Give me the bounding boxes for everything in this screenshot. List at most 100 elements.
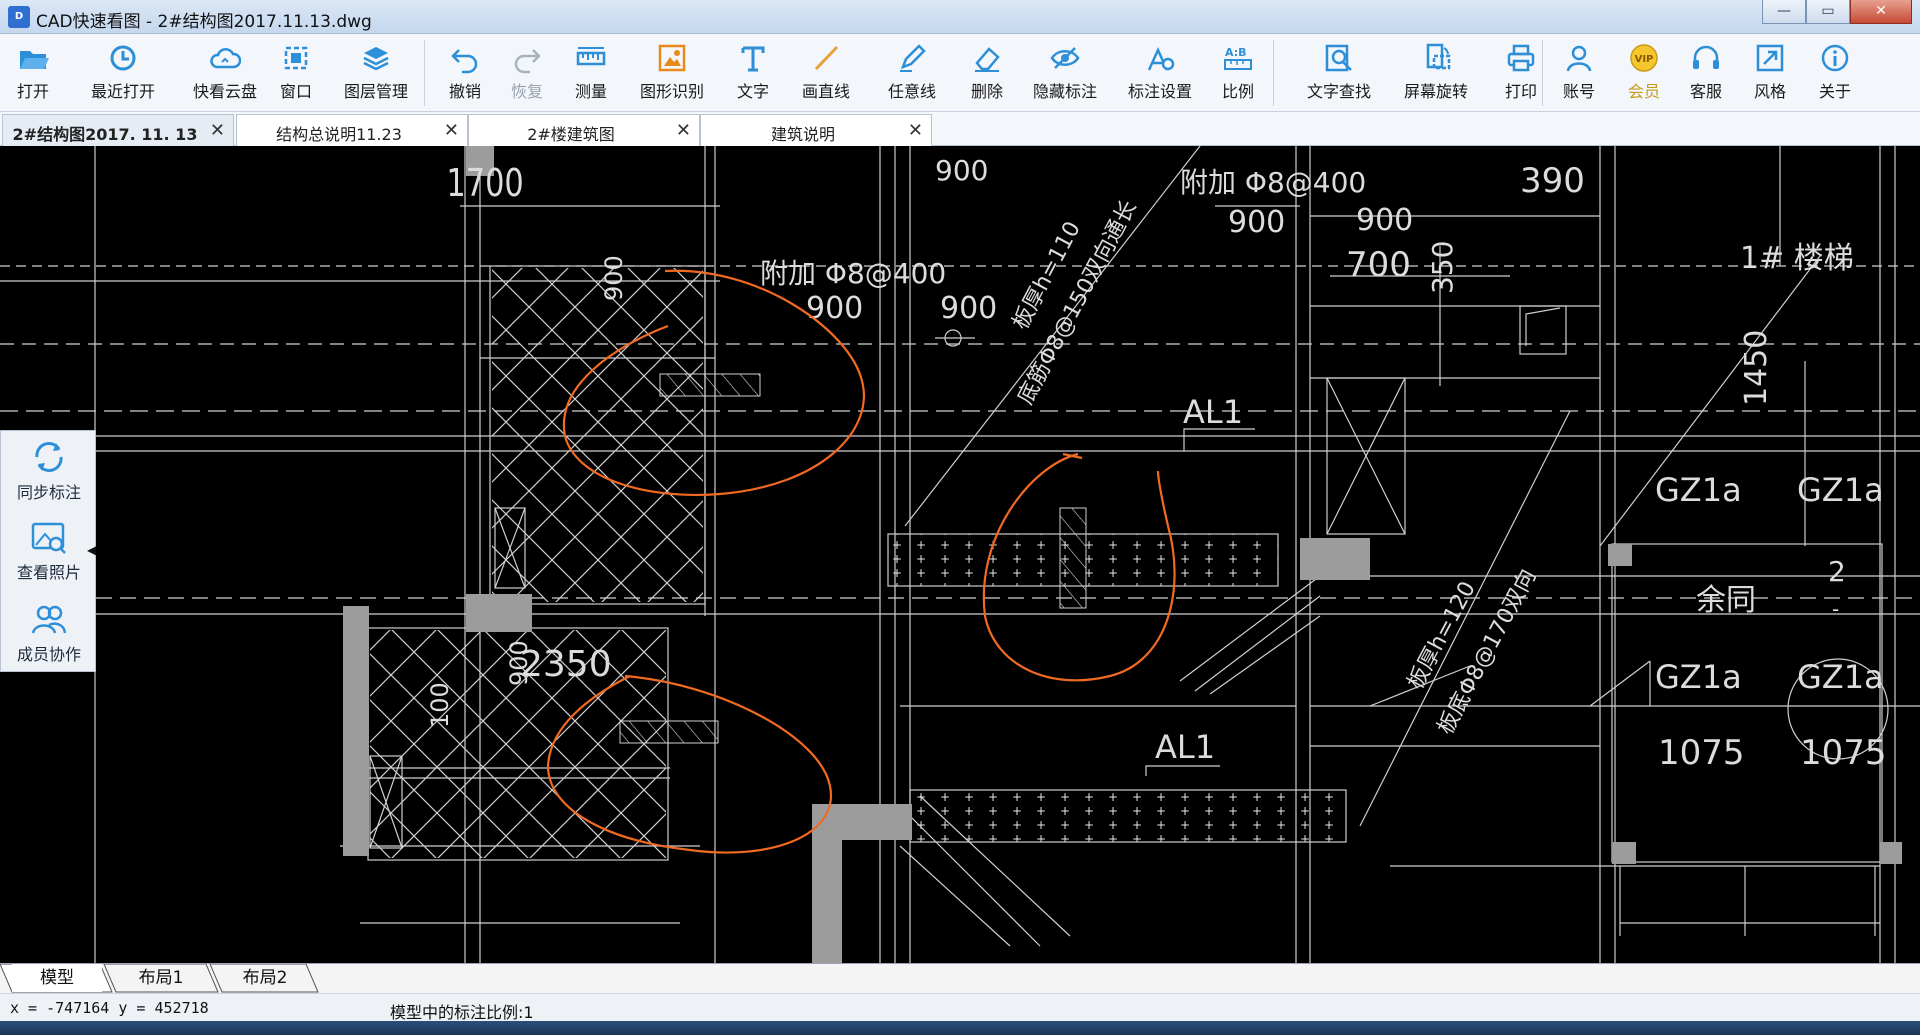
tab-close-icon[interactable]: ✕	[908, 120, 923, 141]
toolbar-button-label: 恢复	[510, 82, 543, 101]
member-collaboration-button[interactable]: 成员协作	[1, 593, 97, 671]
folder-open-icon	[20, 51, 49, 69]
toolbar-button-17[interactable]: 屏幕旋转	[1388, 42, 1484, 106]
svg-text:2: 2	[1828, 555, 1846, 588]
sync-annotation-button[interactable]: 同步标注	[1, 431, 97, 509]
svg-text:GZ1a: GZ1a	[1655, 658, 1742, 696]
svg-text:900: 900	[1356, 203, 1413, 238]
toolbar-button-label: 屏幕旋转	[1403, 82, 1468, 101]
svg-text:900: 900	[940, 291, 997, 326]
toolbar-button-13[interactable]: 隐藏标注	[1018, 42, 1112, 106]
tab-structure-drawing[interactable]: 2#结构图2017. 11. 13 ✕	[2, 114, 234, 146]
svg-text:AL1: AL1	[1155, 728, 1215, 766]
toolbar-button-8[interactable]: 图形识别	[632, 42, 712, 106]
svg-text:-: -	[1832, 597, 1839, 621]
tab-close-icon[interactable]: ✕	[210, 120, 225, 141]
toolbar-button-11[interactable]: 任意线	[870, 42, 954, 106]
toolbar-button-22[interactable]: 风格	[1744, 42, 1796, 106]
tab-architecture-drawing[interactable]: 2#楼建筑图 ✕	[468, 114, 700, 146]
svg-text:900: 900	[600, 255, 628, 301]
toolbar-button-0[interactable]: 打开	[4, 42, 62, 106]
app-logo-icon: D	[8, 6, 30, 28]
toolbar-button-label: 打开	[16, 82, 49, 101]
svg-text:900: 900	[1228, 205, 1285, 240]
window-controls: — ▭ ✕	[1762, 0, 1912, 26]
toolbar-button-19[interactable]: 账号	[1554, 42, 1604, 106]
toolbar-button-3[interactable]: 窗口	[270, 42, 322, 106]
toolbar-separator	[1273, 40, 1274, 106]
svg-text:附加 Φ8@400: 附加 Φ8@400	[1180, 166, 1366, 199]
toolbar-button-label: 客服	[1689, 82, 1722, 101]
layout-tab-model[interactable]: 模型	[12, 964, 102, 992]
tab-structure-notes[interactable]: 结构总说明11.23 ✕	[236, 114, 468, 146]
rotate-screen-icon	[1426, 43, 1451, 70]
printer-icon	[1507, 44, 1535, 72]
toolbar-button-label: 任意线	[887, 82, 936, 101]
svg-text:1075: 1075	[1800, 733, 1887, 773]
collapse-panel-icon[interactable]: ◀	[87, 543, 96, 557]
rebar-detail-1	[659, 373, 761, 397]
layout-tab-layout1[interactable]: 布局1	[116, 964, 206, 992]
svg-text:AL1: AL1	[1183, 393, 1243, 431]
maximize-button[interactable]: ▭	[1806, 0, 1850, 24]
toolbar-button-10[interactable]: 画直线	[784, 42, 868, 106]
tab-close-icon[interactable]: ✕	[444, 120, 459, 141]
toolbar-button-label: 图形识别	[639, 82, 704, 101]
side-item-label: 同步标注	[16, 483, 81, 502]
rebar-detail-3	[1059, 507, 1087, 609]
main-toolbar: 打开 最近打开 快看云盘 窗口 图层管理 撤销 恢复 测量 图形识别 文字 画直线 任意线 删除 隐藏标注…	[0, 34, 1920, 112]
title-bar: D CAD快速看图 - 2#结构图2017.11.13.dwg — ▭ ✕	[0, 0, 1920, 34]
toolbar-button-2[interactable]: 快看云盘	[180, 42, 270, 106]
layout-tab-layout2[interactable]: 布局2	[220, 964, 310, 992]
toolbar-button-label: 撤销	[448, 82, 481, 101]
toolbar-button-1[interactable]: 最近打开	[68, 42, 178, 106]
view-photos-button[interactable]: 查看照片	[1, 511, 97, 589]
side-tool-panel: 同步标注 查看照片 成员协作 ◀	[0, 430, 96, 672]
eye-hide-icon	[1050, 47, 1080, 69]
minimize-button[interactable]: —	[1762, 0, 1806, 24]
text-icon	[741, 46, 765, 72]
style-icon	[1756, 44, 1784, 72]
vip-icon: VIP	[1630, 44, 1658, 72]
toolbar-button-7[interactable]: 测量	[560, 42, 622, 106]
toolbar-separator	[424, 40, 425, 106]
text-search-icon	[1325, 44, 1352, 72]
toolbar-button-16[interactable]: 文字查找	[1284, 42, 1394, 106]
svg-text:700: 700	[1346, 245, 1411, 285]
svg-text:900: 900	[505, 640, 533, 686]
tab-close-icon[interactable]: ✕	[676, 120, 691, 141]
os-taskbar	[0, 1021, 1920, 1035]
toolbar-button-6[interactable]: 恢复	[498, 42, 556, 106]
toolbar-button-12[interactable]: 删除	[958, 42, 1016, 106]
toolbar-button-label: 图层管理	[343, 82, 408, 101]
svg-text:VIP: VIP	[1635, 54, 1654, 65]
toolbar-button-5[interactable]: 撤销	[436, 42, 494, 106]
toolbar-separator	[1542, 40, 1543, 106]
toolbar-button-23[interactable]: 关于	[1808, 42, 1862, 106]
pen-icon	[900, 44, 926, 72]
svg-text:1# 楼梯: 1# 楼梯	[1740, 241, 1854, 276]
layout-tab-bar: 模型 布局1 布局2	[0, 963, 1920, 993]
close-window-button[interactable]: ✕	[1850, 0, 1912, 24]
redo-icon	[514, 49, 541, 74]
toolbar-button-15[interactable]: A:B 比例	[1210, 42, 1266, 106]
toolbar-button-21[interactable]: 客服	[1680, 42, 1732, 106]
cad-drawing-canvas[interactable]: +	[0, 146, 1920, 963]
beam-al1-lower	[909, 789, 1347, 843]
toolbar-button-label: 快看云盘	[192, 82, 257, 101]
toolbar-button-14[interactable]: 标注设置	[1114, 42, 1206, 106]
shape-recognize-icon	[658, 44, 686, 72]
headset-icon	[1693, 45, 1719, 69]
tab-label: 建筑说明	[770, 125, 835, 144]
toolbar-button-9[interactable]: 文字	[722, 42, 784, 106]
scale-ratio-icon: A:B	[1224, 46, 1252, 70]
toolbar-button-20[interactable]: VIP 会员	[1616, 42, 1672, 106]
svg-text:GZ1a: GZ1a	[1655, 471, 1742, 509]
svg-text:900: 900	[806, 291, 863, 326]
hatched-room-upper	[492, 268, 703, 602]
toolbar-button-4[interactable]: 图层管理	[330, 42, 422, 106]
tab-architecture-notes[interactable]: 建筑说明 ✕	[700, 114, 932, 146]
app-window: D CAD快速看图 - 2#结构图2017.11.13.dwg — ▭ ✕ 打开…	[0, 0, 1920, 1035]
layers-icon	[363, 47, 389, 71]
cloud-icon	[210, 48, 241, 69]
